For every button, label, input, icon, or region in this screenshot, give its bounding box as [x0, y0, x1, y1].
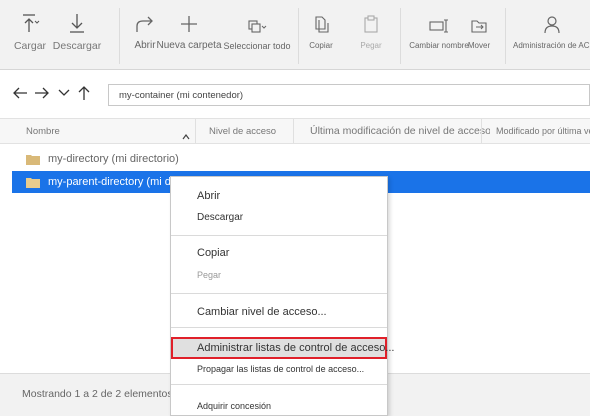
- upload-icon: [20, 0, 40, 38]
- user-icon: [543, 0, 561, 38]
- menu-separator: [171, 293, 387, 294]
- upload-button[interactable]: Cargar: [14, 0, 46, 70]
- open-icon: [134, 0, 156, 38]
- menu-item-manage-acl[interactable]: Administrar listas de control de acceso.…: [197, 342, 394, 354]
- select-all-label: Seleccionar todo: [223, 41, 291, 51]
- copy-label: Copiar: [309, 41, 333, 50]
- menu-item-change-access[interactable]: Cambiar nivel de acceso...: [197, 306, 327, 318]
- chevron-down-icon: [58, 89, 70, 96]
- open-button[interactable]: Abrir: [133, 0, 157, 70]
- forward-button[interactable]: [32, 83, 52, 103]
- column-divider: [195, 119, 196, 143]
- menu-separator: [171, 235, 387, 236]
- back-button[interactable]: [10, 83, 30, 103]
- select-all-button[interactable]: Seleccionar todo: [222, 0, 292, 70]
- copy-icon: [312, 0, 330, 38]
- menu-item-acquire-lease[interactable]: Adquirir concesión: [197, 401, 271, 411]
- manage-acl-label: Administración de ACL: [513, 41, 590, 50]
- move-icon: [469, 0, 489, 38]
- column-header-last-modified[interactable]: Modificado por última vez: [496, 119, 590, 143]
- rename-label: Cambiar nombre: [409, 41, 469, 50]
- toolbar-divider: [119, 8, 120, 64]
- new-folder-button[interactable]: Nueva carpeta: [156, 0, 222, 70]
- menu-item-propagate-acl[interactable]: Propagar las listas de control de acceso…: [197, 364, 364, 374]
- context-menu: Abrir Descargar Copiar Pegar Cambiar niv…: [170, 176, 394, 416]
- up-button[interactable]: [74, 83, 94, 103]
- column-header-name[interactable]: Nombre: [26, 119, 186, 143]
- folder-icon: [26, 177, 40, 188]
- download-label: Descargar: [52, 40, 102, 52]
- arrow-left-icon: [13, 87, 27, 99]
- toolbar-divider: [298, 8, 299, 64]
- move-button[interactable]: Mover: [466, 0, 492, 70]
- column-divider: [293, 119, 294, 143]
- column-header-row: Nombre Nivel de acceso Última modificaci…: [0, 118, 590, 144]
- paste-label: Pegar: [360, 41, 382, 50]
- plus-icon: [179, 0, 199, 38]
- open-label: Abrir: [134, 40, 156, 51]
- upload-label: Cargar: [13, 40, 47, 52]
- move-label: Mover: [467, 41, 491, 50]
- history-dropdown-button[interactable]: [54, 83, 74, 103]
- rename-button[interactable]: Cambiar nombre: [409, 0, 469, 70]
- column-header-access-modified[interactable]: Última modificación de nivel de acceso: [310, 119, 490, 143]
- new-folder-label: Nueva carpeta: [156, 40, 222, 51]
- column-divider: [481, 119, 482, 143]
- menu-separator: [171, 384, 387, 385]
- select-all-icon: [246, 0, 268, 38]
- manage-acl-button[interactable]: Administración de ACL: [513, 0, 590, 70]
- download-button[interactable]: Descargar: [52, 0, 102, 70]
- paste-button[interactable]: Pegar: [358, 0, 384, 70]
- list-item[interactable]: my-directory (mi directorio): [12, 148, 590, 170]
- download-icon: [68, 0, 86, 38]
- toolbar: Cargar Descargar Abrir Nueva carpeta Sel…: [0, 0, 590, 70]
- toolbar-divider: [400, 8, 401, 64]
- column-header-access-level[interactable]: Nivel de acceso: [209, 119, 289, 143]
- toolbar-divider: [505, 8, 506, 64]
- paste-icon: [362, 0, 380, 38]
- menu-item-download[interactable]: Descargar: [197, 212, 243, 223]
- arrow-right-icon: [35, 87, 49, 99]
- arrow-up-icon: [78, 86, 90, 100]
- copy-button[interactable]: Copiar: [308, 0, 334, 70]
- menu-item-open[interactable]: Abrir: [197, 190, 220, 202]
- folder-icon: [26, 154, 40, 165]
- menu-separator: [171, 327, 387, 328]
- rename-icon: [428, 0, 450, 38]
- menu-item-copy[interactable]: Copiar: [197, 247, 229, 259]
- list-item-name: my-directory (mi directorio): [48, 153, 179, 165]
- menu-item-paste[interactable]: Pegar: [197, 270, 221, 280]
- sort-ascending-icon: [182, 127, 190, 145]
- address-bar[interactable]: my-container (mi contenedor): [108, 84, 590, 106]
